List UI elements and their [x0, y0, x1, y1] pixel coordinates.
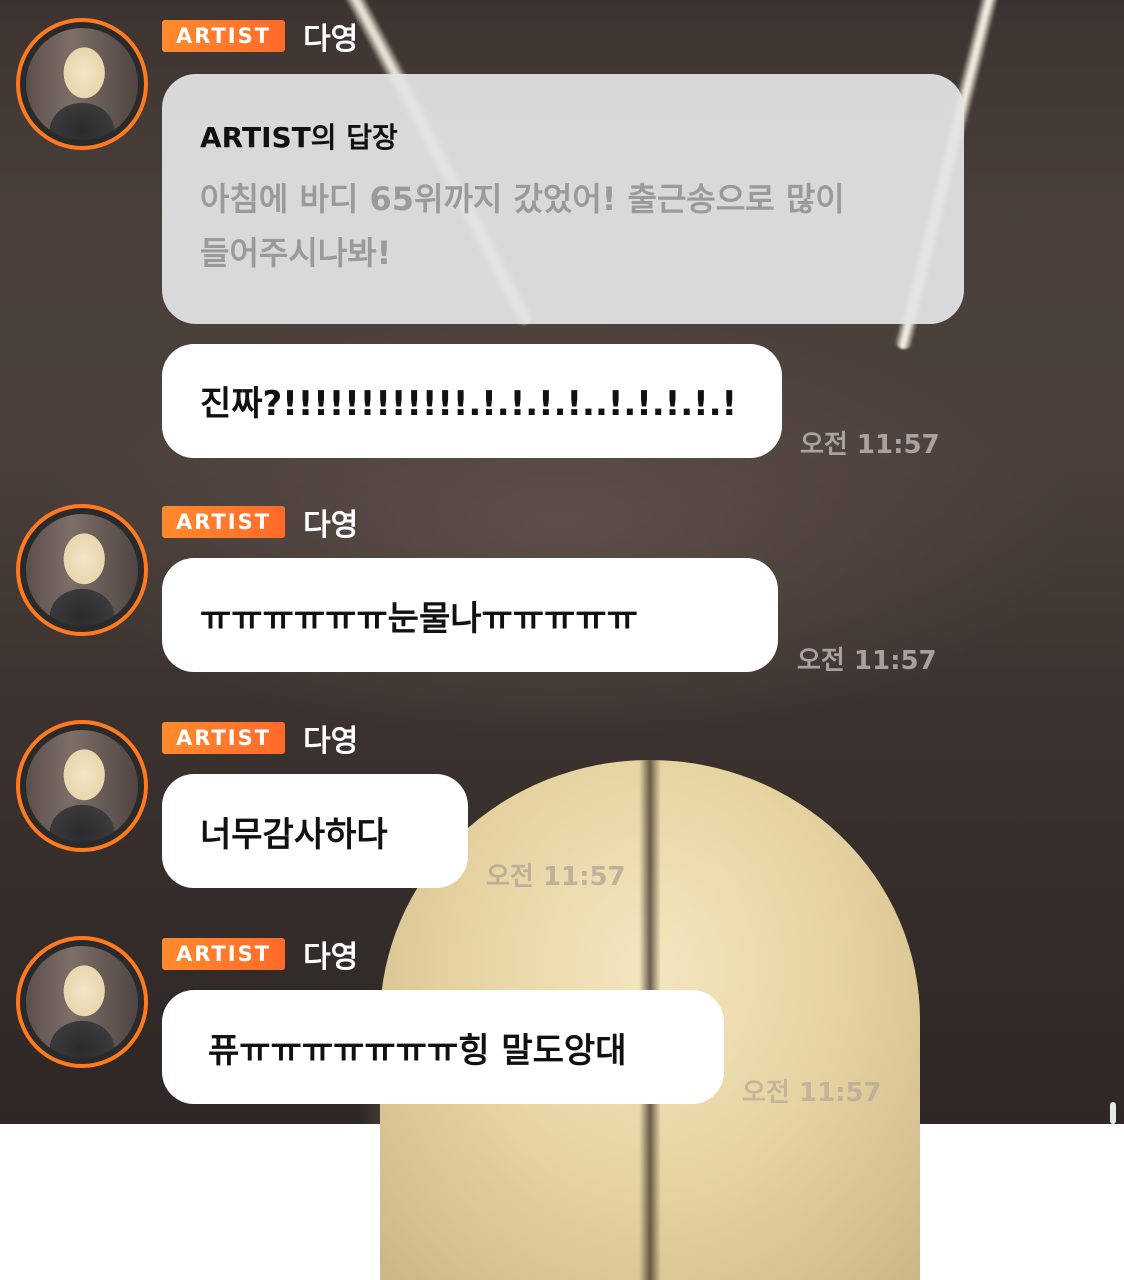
- sender-name[interactable]: 다영: [303, 14, 358, 58]
- artist-badge: ARTIST: [162, 938, 286, 970]
- message-time: 오전 11:57: [486, 862, 626, 892]
- sender-header: ARTIST 다영: [162, 936, 358, 975]
- message-bubble[interactable]: 너무감사하다: [162, 774, 468, 888]
- message-bubble[interactable]: ㅠㅠㅠㅠㅠㅠ눈물나ㅠㅠㅠㅠㅠ: [162, 558, 778, 672]
- avatar[interactable]: [16, 720, 148, 852]
- avatar-photo: [26, 730, 138, 842]
- message-text: 퓨ㅠㅠㅠㅠㅠㅠㅠ힝 말도앙대: [208, 1031, 627, 1071]
- message-bubble[interactable]: 진짜?!!!!!!!!!!!!.!.!.!.!..!.!.!.!.!: [162, 344, 782, 458]
- reply-body: 아침에 바디 65위까지 갔었어! 출근송으로 많이 들어주시나봐!: [200, 172, 926, 280]
- sender-header: ARTIST 다영: [162, 504, 358, 543]
- sender-name[interactable]: 다영: [303, 500, 358, 544]
- sender-header: ARTIST 다영: [162, 720, 358, 759]
- artist-badge: ARTIST: [162, 722, 286, 754]
- sender-header: ARTIST 다영: [162, 18, 358, 57]
- scrollbar-thumb[interactable]: [1110, 1102, 1116, 1124]
- message-time: 오전 11:57: [742, 1078, 882, 1108]
- chat-message: ARTIST 다영 너무감사하다 오전 11:57: [0, 720, 1124, 892]
- message-time: 오전 11:57: [800, 430, 940, 460]
- message-text: 진짜?!!!!!!!!!!!!.!.!.!.!..!.!.!.!.!: [200, 384, 738, 424]
- message-bubble[interactable]: 퓨ㅠㅠㅠㅠㅠㅠㅠ힝 말도앙대: [162, 990, 724, 1104]
- sender-name[interactable]: 다영: [303, 932, 358, 976]
- artist-badge: ARTIST: [162, 506, 286, 538]
- avatar[interactable]: [16, 936, 148, 1068]
- chat-message: ARTIST 다영 퓨ㅠㅠㅠㅠㅠㅠㅠ힝 말도앙대 오전 11:57: [0, 936, 1124, 1108]
- artist-badge: ARTIST: [162, 20, 286, 52]
- avatar-photo: [26, 946, 138, 1058]
- avatar-photo: [26, 28, 138, 140]
- message-text: 너무감사하다: [200, 815, 388, 855]
- avatar-photo: [26, 514, 138, 626]
- message-time: 오전 11:57: [797, 646, 937, 676]
- sender-name[interactable]: 다영: [303, 716, 358, 760]
- chat-message: ARTIST 다영 ㅠㅠㅠㅠㅠㅠ눈물나ㅠㅠㅠㅠㅠ 오전 11:57: [0, 504, 1124, 676]
- avatar[interactable]: [16, 18, 148, 150]
- chat-message: ARTIST 다영 ARTIST의 답장 아침에 바디 65위까지 갔었어! 출…: [0, 18, 1124, 478]
- reply-body-line: 아침에 바디 65위까지 갔었어! 출근송으로 많이: [200, 180, 845, 218]
- message-text: ㅠㅠㅠㅠㅠㅠ눈물나ㅠㅠㅠㅠㅠ: [200, 599, 638, 639]
- reply-quote[interactable]: ARTIST의 답장 아침에 바디 65위까지 갔었어! 출근송으로 많이 들어…: [162, 74, 964, 324]
- reply-header: ARTIST의 답장: [200, 121, 398, 154]
- avatar[interactable]: [16, 504, 148, 636]
- reply-body-line: 들어주시나봐!: [200, 234, 392, 272]
